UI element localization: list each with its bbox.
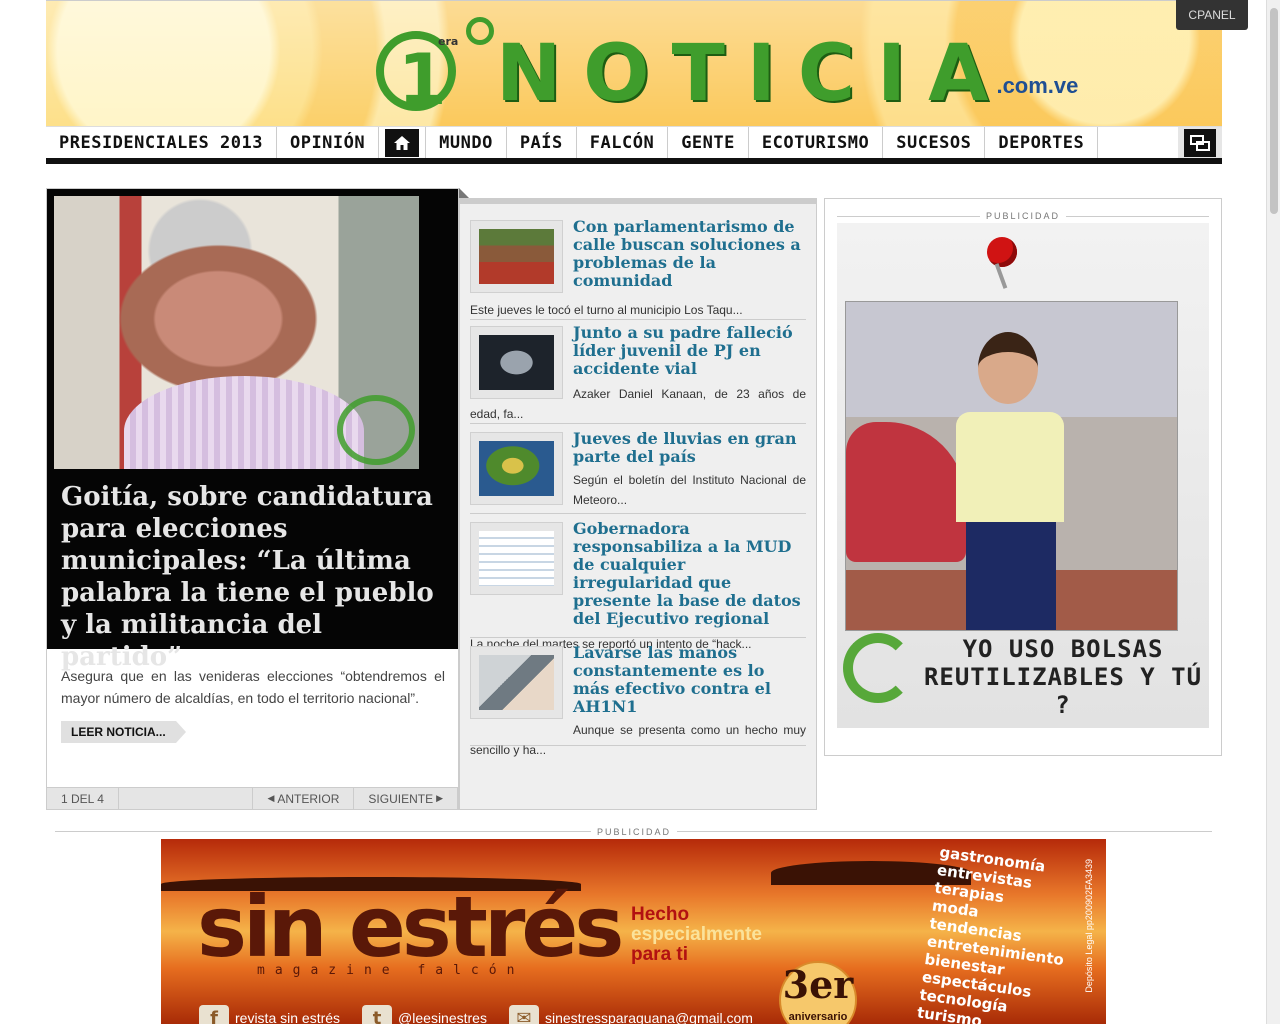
nav-item-sucesos[interactable]: SUCESOS: [883, 127, 986, 158]
news-title[interactable]: Lavarse las manos constantemente es lo m…: [573, 640, 806, 716]
scrollbar-thumb[interactable]: [1270, 8, 1278, 214]
anniversary-badge: 3er aniversario: [779, 961, 857, 1024]
logo-word: NOTICIA: [496, 29, 1011, 119]
featured-slide[interactable]: Goitía, sobre candidatura para eleccione…: [47, 189, 458, 672]
news-title[interactable]: Con parlamentarismo de calle buscan solu…: [573, 214, 806, 290]
featured-description: Asegura que en las venideras elecciones …: [61, 668, 445, 706]
watermark-logo: [337, 395, 415, 465]
nav-item-pais[interactable]: PAÍS: [507, 127, 577, 158]
nav-item-presidenciales[interactable]: PRESIDENCIALES 2013: [46, 127, 277, 158]
ad-board: YO USO BOLSAS REUTILIZABLES Y TÚ ?: [837, 223, 1209, 728]
logo-domain: .com.ve: [996, 73, 1079, 98]
ad-tagline: Hecho especialmente para ti: [631, 904, 762, 965]
chevron-right-icon: ▶: [436, 793, 443, 803]
main-nav: PRESIDENCIALES 2013 OPINIÓN MUNDO PAÍS F…: [46, 126, 1222, 164]
slider-position: 1 DEL 4: [47, 788, 119, 809]
next-label: SIGUIENTE: [368, 791, 434, 806]
list-item: Junto a su padre falleció líder juvenil …: [470, 320, 806, 424]
recycle-icon: [843, 633, 913, 703]
nav-item-mundo[interactable]: MUNDO: [426, 127, 507, 158]
nav-item-ecoturismo[interactable]: ECOTURISMO: [749, 127, 884, 158]
news-thumbnail[interactable]: [470, 326, 563, 399]
featured-title[interactable]: Goitía, sobre candidatura para eleccione…: [61, 481, 441, 673]
list-item: Lavarse las manos constantemente es lo m…: [470, 640, 806, 757]
chat-icon: [1190, 134, 1210, 151]
sidebar-ad[interactable]: PUBLICIDAD YO USO BOLSAS REUTILIZABLES Y…: [824, 198, 1222, 756]
nav-chat-button[interactable]: [1178, 127, 1222, 158]
read-more-button[interactable]: LEER NOTICIA...: [61, 721, 186, 743]
site-logo[interactable]: 1 era NOTICIA .com.ve: [376, 11, 1078, 121]
list-item: Con parlamentarismo de calle buscan solu…: [470, 214, 806, 320]
nav-item-falcon[interactable]: FALCÓN: [577, 127, 669, 158]
nav-home-button[interactable]: [379, 127, 427, 158]
ad-label: PUBLICIDAD: [980, 211, 1067, 221]
ad-contacts: f revista sin estrés t @leesinestres ✉ sine…: [199, 1005, 753, 1024]
news-thumbnail[interactable]: [470, 646, 563, 719]
ad-magazine: magazine falcón: [257, 963, 525, 978]
news-title[interactable]: Jueves de lluvias en gran parte del país: [573, 426, 806, 466]
list-item: Jueves de lluvias en gran parte del país…: [470, 426, 806, 514]
ad-brand: sin estrés: [197, 878, 624, 976]
ad-legal: Depósito Legal pp200902FA3439: [1084, 859, 1094, 993]
chevron-left-icon: ◀: [267, 793, 275, 803]
news-title[interactable]: Junto a su padre falleció líder juvenil …: [573, 320, 806, 378]
featured-slider: Goitía, sobre candidatura para eleccione…: [46, 188, 459, 810]
featured-photo[interactable]: [54, 196, 419, 469]
banner-ad[interactable]: sin estrés magazine falcón Hecho especia…: [161, 839, 1106, 1024]
news-list: Con parlamentarismo de calle buscan solu…: [459, 188, 817, 810]
news-title[interactable]: Gobernadora responsabiliza a la MUD de c…: [573, 516, 806, 628]
news-snippet: Según el boletín del Instituto Nacional …: [573, 473, 806, 507]
nav-item-gente[interactable]: GENTE: [668, 127, 749, 158]
news-thumbnail[interactable]: [470, 432, 563, 505]
logo-number: 1: [398, 39, 447, 121]
prev-label: ANTERIOR: [277, 791, 340, 806]
ad-photo: [845, 301, 1178, 631]
ad-slogan: YO USO BOLSAS REUTILIZABLES Y TÚ ?: [923, 635, 1203, 719]
slider-pager: 1 DEL 4 ◀ ANTERIOR SIGUIENTE ▶: [47, 787, 458, 809]
news-snippet: Aunque se presenta como un hecho muy sen…: [470, 723, 806, 757]
page-scrollbar[interactable]: [1266, 0, 1280, 1024]
cpanel-button[interactable]: CPANEL: [1176, 0, 1248, 30]
logo-era: era: [438, 35, 459, 48]
nav-item-opinion[interactable]: OPINIÓN: [277, 127, 380, 158]
list-item: Gobernadora responsabiliza a la MUD de c…: [470, 516, 806, 651]
ad-label-bottom: PUBLICIDAD: [591, 827, 678, 837]
facebook-icon: f: [199, 1005, 229, 1024]
news-thumbnail[interactable]: [470, 522, 563, 595]
ad-topics: gastronomía entrevistas terapias moda te…: [915, 843, 1065, 1024]
nav-item-deportes[interactable]: DEPORTES: [985, 127, 1099, 158]
slider-next-button[interactable]: SIGUIENTE ▶: [354, 788, 458, 809]
twitter-icon: t: [362, 1005, 393, 1024]
slider-prev-button[interactable]: ◀ ANTERIOR: [253, 788, 355, 809]
pushpin-icon: [987, 237, 1017, 267]
news-snippet: Este jueves le tocó el turno al municipi…: [470, 303, 743, 317]
logo-mark: 1 era: [376, 11, 494, 121]
news-thumbnail[interactable]: [470, 220, 563, 293]
email-icon: ✉: [508, 1005, 539, 1024]
home-icon: [394, 135, 411, 150]
header-banner: 1 era NOTICIA .com.ve: [46, 0, 1222, 126]
